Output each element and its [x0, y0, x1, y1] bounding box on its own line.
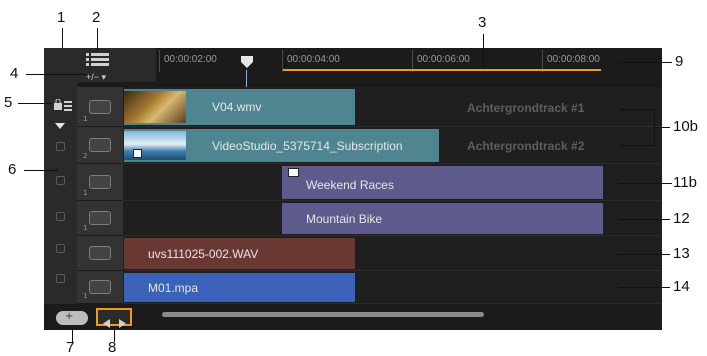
clip-name: uvs111025-002.WAV — [148, 246, 259, 261]
callout-line — [620, 109, 654, 110]
callout-number: 4 — [10, 65, 19, 82]
chevron-down-icon[interactable] — [55, 114, 65, 133]
timecode-label: 00:00:02:00 — [164, 54, 217, 65]
title-clip[interactable]: Mountain Bike — [282, 203, 603, 234]
zoom-control[interactable]: +/− ▾ — [86, 72, 106, 83]
callout-line — [24, 170, 58, 171]
timecode-label: 00:00:04:00 — [287, 54, 340, 65]
scroll-left-button[interactable] — [103, 313, 111, 332]
callout-number: 2 — [92, 9, 101, 26]
track-header-video-1[interactable]: 1 — [77, 87, 123, 127]
callout-line — [620, 145, 654, 146]
callout-line — [618, 254, 670, 255]
lock-all-icon[interactable] — [53, 96, 73, 111]
callout-line — [97, 28, 98, 51]
timeline-bottom-bar — [44, 304, 662, 330]
callout-number: 13 — [673, 245, 690, 262]
callout-number: 3 — [478, 14, 487, 31]
horizontal-scrollbar[interactable] — [162, 312, 484, 317]
scroll-right-button[interactable] — [118, 313, 126, 332]
lock-icon[interactable] — [56, 176, 65, 185]
voice-clip[interactable]: uvs111025-002.WAV — [124, 238, 355, 269]
film-reel-icon — [89, 99, 111, 114]
callout-line — [18, 103, 52, 104]
callout-number: 12 — [673, 210, 690, 227]
track-header-overlay[interactable]: 1 — [77, 164, 123, 201]
scroll-buttons — [96, 308, 132, 328]
title-T-icon — [89, 211, 111, 225]
callout-number: 1 — [57, 9, 66, 26]
clip-thumbnail — [124, 131, 186, 160]
track-number: 2 — [83, 152, 88, 160]
add-track-button[interactable]: + — [56, 311, 88, 325]
track-number: 1 — [83, 115, 88, 123]
track-number: 1 — [83, 189, 88, 197]
callout-number: 11b — [673, 174, 697, 191]
film-reel-icon — [89, 138, 111, 152]
callout-line — [62, 28, 63, 49]
callout-number: 9 — [675, 53, 684, 70]
clip-name: Weekend Races — [306, 178, 394, 192]
clip-name: M01.mpa — [148, 280, 199, 295]
ruler-range-highlight — [283, 69, 601, 71]
callout-number: 10b — [673, 118, 699, 135]
callout-number: 7 — [66, 339, 75, 356]
track-header-music[interactable]: 1 — [77, 271, 123, 304]
clip-name: VideoStudio_5375714_Subscription — [212, 138, 403, 153]
callout-line — [618, 287, 670, 288]
playhead-marker[interactable] — [240, 54, 254, 73]
callout-line — [654, 127, 670, 128]
track-header-video-2[interactable]: 2 — [77, 127, 123, 164]
clip-name: Mountain Bike — [306, 211, 383, 226]
microphone-icon — [89, 246, 111, 260]
callout-line — [618, 219, 670, 220]
track-header-title[interactable]: 1 — [77, 201, 123, 236]
timecode-label: 00:00:06:00 — [417, 54, 470, 65]
track-number: 1 — [83, 224, 88, 232]
video-clip[interactable]: VideoStudio_5375714_Subscription — [124, 129, 439, 162]
callout-number: 6 — [8, 161, 17, 178]
video-clip[interactable]: V04.wmv — [124, 89, 355, 125]
track-manager-icon[interactable] — [85, 52, 111, 68]
track-number: 1 — [83, 292, 88, 300]
callout-line — [618, 62, 672, 63]
callout-number: 5 — [4, 94, 13, 111]
background-track-label: Achtergrondtrack #1 — [467, 101, 585, 115]
clip-thumbnail — [124, 91, 186, 123]
overlay-mask-icon — [288, 168, 299, 177]
lock-icon[interactable] — [56, 212, 65, 221]
overlay-clip[interactable]: Weekend Races — [282, 166, 603, 199]
callout-line — [483, 34, 484, 69]
track-lock-column — [44, 48, 77, 308]
callout-number: 8 — [108, 339, 117, 356]
background-track-label: Achtergrondtrack #2 — [467, 139, 585, 153]
lock-icon[interactable] — [56, 244, 65, 253]
film-reel-icon — [89, 175, 111, 189]
timecode-label: 00:00:08:00 — [547, 54, 600, 65]
callout-line — [618, 183, 672, 184]
clip-name: V04.wmv — [212, 100, 262, 114]
track-header-voice[interactable] — [77, 236, 123, 271]
music-clip[interactable]: M01.mpa — [124, 273, 355, 302]
music-note-icon — [89, 280, 111, 294]
lock-icon[interactable] — [56, 274, 65, 283]
lock-icon[interactable] — [56, 142, 65, 151]
callout-number: 14 — [673, 278, 690, 295]
callout-line — [26, 74, 86, 75]
